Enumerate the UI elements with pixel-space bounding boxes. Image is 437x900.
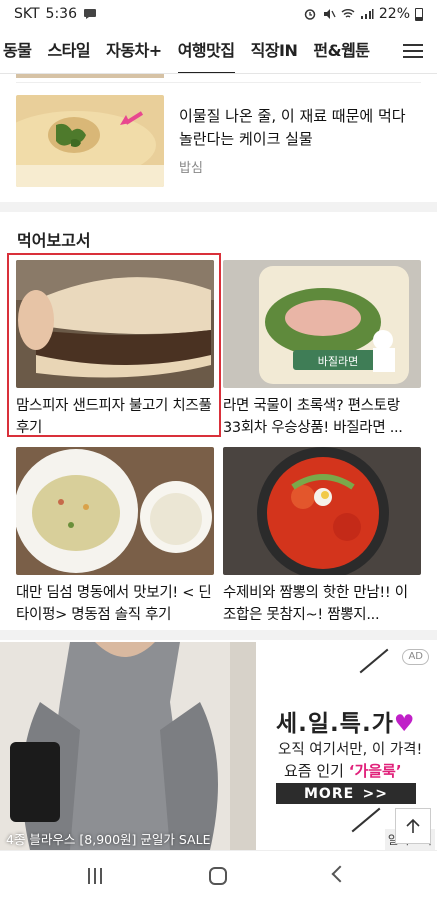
card-title: 맘스피자 샌드피자 불고기 치즈풀 후기 <box>16 398 212 436</box>
system-navigation-bar <box>0 850 437 900</box>
ad-photo: 4종 블라우스 [8,900원] 균일가 SALE <box>0 642 256 850</box>
ad-banner[interactable]: 4종 블라우스 [8,900원] 균일가 SALE 세.일.특.가♥ 오직 여기… <box>0 642 437 850</box>
tab-cars[interactable]: 자동차+ <box>98 28 170 73</box>
card-pizza[interactable]: 맘스피자 샌드피자 불고기 치즈풀 후기 <box>16 260 214 439</box>
section-divider <box>0 630 437 640</box>
signal-icon <box>360 9 374 19</box>
scroll-to-top-button[interactable] <box>395 808 431 844</box>
chat-notification-icon <box>84 9 96 19</box>
tab-work[interactable]: 직장IN <box>243 28 306 73</box>
alarm-icon <box>304 9 316 20</box>
home-button[interactable] <box>209 867 227 885</box>
tab-animals[interactable]: 동물 <box>0 28 39 73</box>
divider <box>16 82 421 83</box>
ad-badge: AD <box>402 649 429 665</box>
card-image <box>16 260 214 388</box>
article-thumbnail <box>16 95 164 187</box>
section-title: 먹어보고서 <box>17 231 91 250</box>
clock: 5:36 <box>45 6 77 22</box>
category-tab-bar: 동물 스타일 자동차+ 여행맛집 직장IN 펀&웹툰 <box>0 28 437 74</box>
menu-button[interactable] <box>389 28 437 73</box>
card-image: 바질라면 <box>223 260 421 388</box>
card-image <box>223 447 421 575</box>
tab-travel-food[interactable]: 여행맛집 <box>170 28 243 73</box>
tab-style[interactable]: 스타일 <box>39 28 98 73</box>
ad-more-button[interactable]: MORE >> <box>276 783 416 804</box>
ad-line-1: 오직 여기서만, 이 가격! <box>278 742 423 758</box>
hamburger-icon <box>403 44 423 58</box>
status-bar: SKT 5:36 22% <box>0 0 437 28</box>
back-button[interactable] <box>331 865 349 883</box>
article-row[interactable]: 이물질 나온 줄, 이 재료 때문에 먹다 놀란다는 케이크 실물 밥심 <box>16 95 421 187</box>
article-title: 이물질 나온 줄, 이 재료 때문에 먹다 놀란다는 케이크 실물 <box>179 107 406 148</box>
tab-fun-webtoon[interactable]: 펀&웹툰 <box>305 28 377 73</box>
decoration-line <box>359 648 389 674</box>
product-label: 바질라면 <box>318 355 358 368</box>
ad-headline: 세.일.특.가♥ <box>276 711 416 737</box>
ad-line-2: 요즘 인기 ‘가을룩’ <box>284 762 402 780</box>
card-jjamppong[interactable]: 수제비와 짬뽕의 핫한 만남!! 이 조합은 못참지~! 짬뽕지... <box>223 447 421 626</box>
card-ramen[interactable]: 바질라면 라면 국물이 초록색? 편스토랑 33회차 우승상품! 바질라면 ..… <box>223 260 421 439</box>
carrier-label: SKT <box>14 6 40 22</box>
arrow-up-icon <box>406 818 420 833</box>
mute-icon <box>323 9 336 19</box>
ad-caption: 4종 블라우스 [8,900원] 균일가 SALE <box>6 832 211 847</box>
card-dimsum[interactable]: 대만 딤섬 명동에서 맛보기! < 딘타이펑> 명동점 솔직 후기 <box>16 447 214 626</box>
decoration-line <box>351 807 381 833</box>
card-title: 수제비와 짬뽕의 핫한 만남!! 이 조합은 못참지~! 짬뽕지... <box>223 585 408 623</box>
battery-percent: 22% <box>378 6 410 22</box>
wifi-icon <box>341 9 355 18</box>
previous-article-thumbnail[interactable] <box>16 74 164 78</box>
card-image <box>16 447 214 575</box>
card-title: 대만 딤섬 명동에서 맛보기! < 딘타이펑> 명동점 솔직 후기 <box>16 585 212 623</box>
article-source: 밥심 <box>179 161 203 176</box>
section-divider <box>0 202 437 212</box>
recents-button[interactable] <box>88 868 104 884</box>
battery-icon <box>415 7 423 21</box>
card-title: 라면 국물이 초록색? 편스토랑 33회차 우승상품! 바질라면 ... <box>223 398 403 436</box>
